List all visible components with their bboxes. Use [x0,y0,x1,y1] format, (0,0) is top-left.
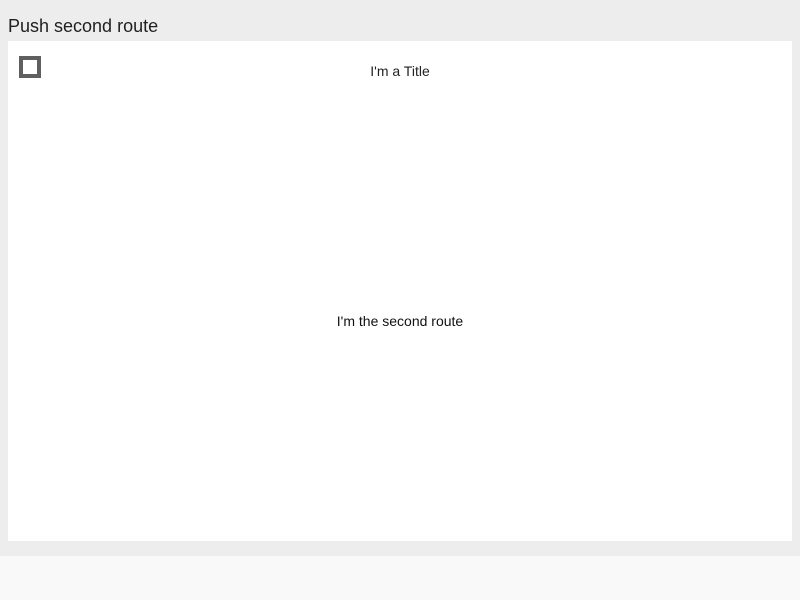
app-frame: Push second route I'm a Title I'm the se… [0,0,800,556]
window-title: Push second route [8,16,159,36]
bottom-area [0,556,800,600]
route-content-text: I'm the second route [336,313,464,329]
navigation-title: I'm a Title [370,63,430,79]
route-panel: I'm a Title I'm the second route [8,41,792,541]
